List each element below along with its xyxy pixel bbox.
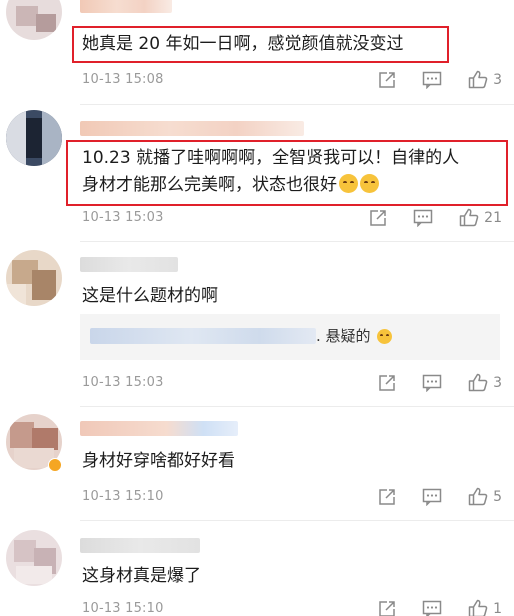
divider	[80, 520, 514, 521]
smile-emoji-icon	[377, 329, 393, 344]
reply-button[interactable]	[422, 600, 442, 616]
comment-text: 这身材真是爆了	[82, 566, 201, 586]
like-count: 21	[484, 209, 502, 226]
avatar[interactable]	[6, 110, 62, 166]
comment-actions: 1	[352, 599, 502, 616]
share-button[interactable]	[369, 209, 387, 227]
share-icon	[379, 374, 395, 391]
reply-icon	[422, 374, 442, 392]
like-icon	[468, 373, 488, 392]
username-blurred[interactable]	[80, 121, 304, 136]
comment-text: 身材好穿啥都好好看	[82, 451, 235, 471]
like-icon	[459, 208, 479, 227]
comment-actions: 3	[352, 373, 502, 392]
like-count: 3	[493, 71, 502, 88]
smile-emoji-icon	[339, 174, 358, 193]
share-icon	[379, 488, 395, 505]
share-button[interactable]	[378, 71, 396, 89]
share-button[interactable]	[378, 488, 396, 506]
share-icon	[379, 71, 395, 88]
comment-text-line-2: 身材才能那么完美啊，状态也很好	[82, 172, 379, 198]
comment-text-line-2-content: 身材才能那么完美啊，状态也很好	[82, 175, 337, 195]
avatar[interactable]	[6, 0, 62, 40]
timestamp: 10-13 15:10	[82, 601, 164, 616]
share-button[interactable]	[378, 600, 396, 616]
avatar[interactable]	[6, 250, 62, 306]
share-icon	[379, 600, 395, 616]
like-icon	[468, 487, 488, 506]
smile-emoji-icon	[360, 174, 379, 193]
like-button[interactable]: 3	[468, 373, 502, 392]
like-count: 5	[493, 488, 502, 505]
reply-text-content: . 悬疑的	[316, 327, 371, 345]
like-icon	[468, 599, 488, 616]
username-blurred[interactable]	[80, 0, 172, 13]
comment-actions: 3	[352, 70, 502, 89]
like-button[interactable]: 5	[468, 487, 502, 506]
reply-button[interactable]	[422, 374, 442, 392]
reply-icon	[422, 488, 442, 506]
username-blurred[interactable]	[80, 257, 178, 272]
reply-button[interactable]	[413, 209, 433, 227]
like-icon	[468, 70, 488, 89]
like-count: 3	[493, 374, 502, 391]
reply-text: . 悬疑的	[316, 325, 393, 346]
divider	[80, 241, 514, 242]
timestamp: 10-13 15:10	[82, 489, 164, 504]
divider	[80, 406, 514, 407]
timestamp: 10-13 15:08	[82, 72, 164, 87]
reply-username-blurred	[90, 328, 316, 344]
share-button[interactable]	[378, 374, 396, 392]
comment-text-line-1: 10.23 就播了哇啊啊啊，全智贤我可以！自律的人	[82, 148, 460, 168]
verified-badge	[48, 458, 62, 472]
reply-button[interactable]	[422, 488, 442, 506]
comment-text: 这是什么题材的啊	[82, 286, 218, 306]
reply-icon	[422, 600, 442, 616]
like-count: 1	[493, 600, 502, 616]
username-blurred[interactable]	[80, 421, 238, 436]
timestamp: 10-13 15:03	[82, 210, 164, 225]
comment-text: 她真是 20 年如一日啊，感觉颜值就没变过	[82, 34, 404, 54]
reply-icon	[413, 209, 433, 227]
avatar[interactable]	[6, 530, 62, 586]
reply-preview[interactable]: . 悬疑的	[80, 314, 500, 360]
username-blurred[interactable]	[80, 538, 200, 553]
timestamp: 10-13 15:03	[82, 375, 164, 390]
like-button[interactable]: 3	[468, 70, 502, 89]
reply-icon	[422, 71, 442, 89]
like-button[interactable]: 21	[459, 208, 502, 227]
divider	[80, 104, 514, 105]
comment-actions: 5	[352, 487, 502, 506]
reply-button[interactable]	[422, 71, 442, 89]
share-icon	[370, 209, 386, 226]
comment-actions: 21	[343, 208, 502, 227]
like-button[interactable]: 1	[468, 599, 502, 616]
